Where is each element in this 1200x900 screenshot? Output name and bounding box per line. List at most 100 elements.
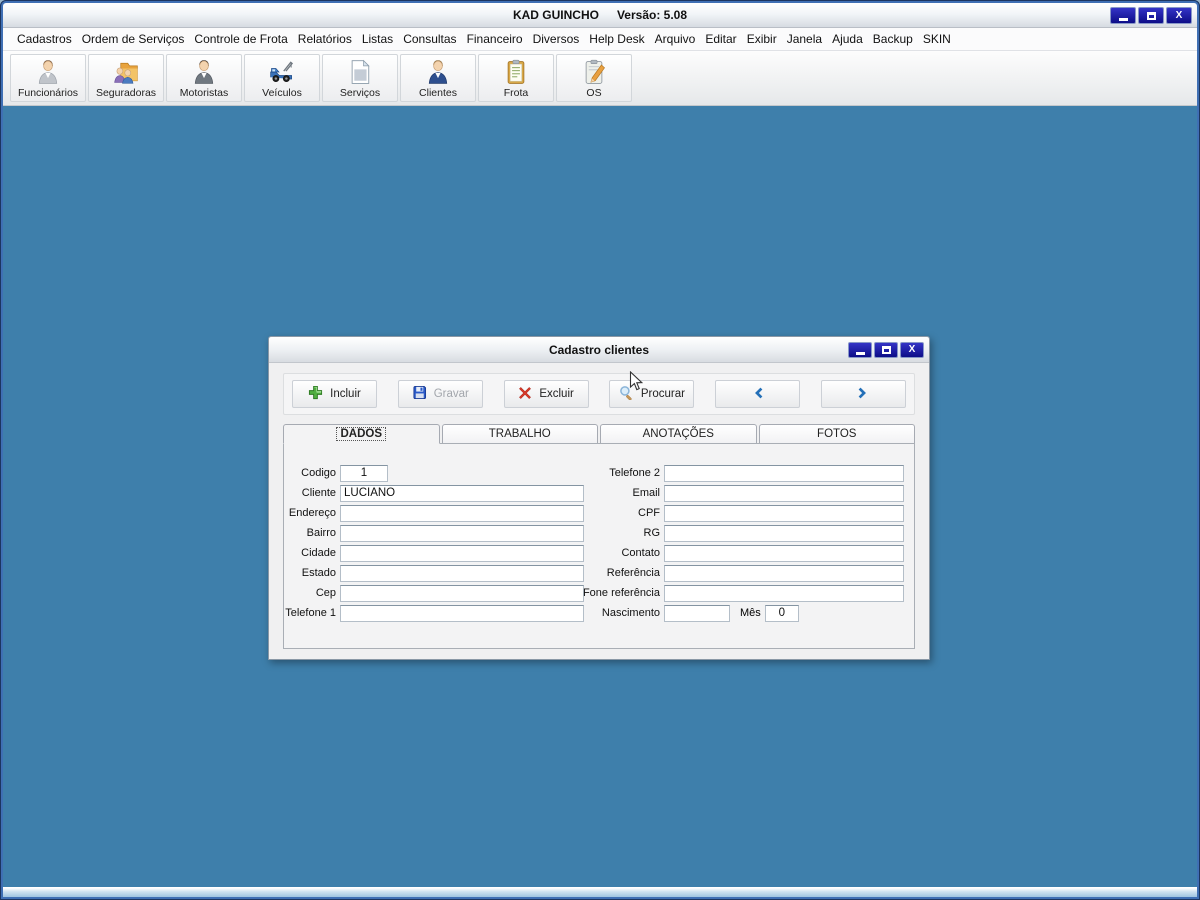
gravar-button[interactable]: Gravar xyxy=(398,380,483,408)
email-field[interactable] xyxy=(664,485,904,502)
excluir-button[interactable]: Excluir xyxy=(504,380,589,408)
fone-referencia-field[interactable] xyxy=(664,585,904,602)
telefone2-label: Telefone 2 xyxy=(569,467,660,479)
toolbar-button-seguradoras[interactable]: Seguradoras xyxy=(88,54,164,102)
people-folder-icon xyxy=(112,58,140,86)
rg-field[interactable] xyxy=(664,525,904,542)
cpf-label: CPF xyxy=(569,507,660,519)
cidade-field[interactable] xyxy=(340,545,584,562)
form-left-column: Codigo Cliente Endereço Bairro Cidade xyxy=(279,463,584,623)
bairro-field[interactable] xyxy=(340,525,584,542)
menu-item-listas[interactable]: Listas xyxy=(357,29,398,49)
dialog-close-button[interactable]: X xyxy=(900,342,924,358)
mes-field[interactable] xyxy=(765,605,799,622)
form-row-rg: RG xyxy=(569,523,904,543)
dialog-toolbar: Incluir Gravar Excluir Procurar xyxy=(283,373,915,415)
cpf-field[interactable] xyxy=(664,505,904,522)
nascimento-label: Nascimento xyxy=(569,607,660,619)
menu-item-skin[interactable]: SKIN xyxy=(918,29,956,49)
toolbar-button-os[interactable]: OS xyxy=(556,54,632,102)
referencia-label: Referência xyxy=(569,567,660,579)
contato-field[interactable] xyxy=(664,545,904,562)
toolbar-button-servicos[interactable]: Serviços xyxy=(322,54,398,102)
menu-item-consultas[interactable]: Consultas xyxy=(398,29,461,49)
form-row-cliente: Cliente xyxy=(279,483,584,503)
form-row-fone-referencia: Fone referência xyxy=(569,583,904,603)
dialog-tab-bar: DADOS TRABALHO ANOTAÇÕES FOTOS xyxy=(283,424,915,444)
toolbar-label: Veículos xyxy=(262,87,302,99)
codigo-field[interactable] xyxy=(340,465,388,482)
cidade-label: Cidade xyxy=(279,547,336,559)
gravar-label: Gravar xyxy=(434,388,469,400)
app-title: KAD GUINCHO xyxy=(513,8,599,22)
telefone2-field[interactable] xyxy=(664,465,904,482)
dialog-title-bar[interactable]: Cadastro clientes X xyxy=(269,337,929,363)
red-x-icon xyxy=(518,386,532,403)
form-row-estado: Estado xyxy=(279,563,584,583)
form-row-codigo: Codigo xyxy=(279,463,584,483)
form-row-cpf: CPF xyxy=(569,503,904,523)
menu-item-editar[interactable]: Editar xyxy=(700,29,741,49)
toolbar-button-frota[interactable]: Frota xyxy=(478,54,554,102)
cep-field[interactable] xyxy=(340,585,584,602)
incluir-label: Incluir xyxy=(330,388,361,400)
toolbar-button-veiculos[interactable]: Veículos xyxy=(244,54,320,102)
close-button[interactable]: X xyxy=(1166,7,1192,24)
referencia-field[interactable] xyxy=(664,565,904,582)
tab-trabalho[interactable]: TRABALHO xyxy=(442,424,599,444)
dialog-window-controls: X xyxy=(848,342,924,358)
procurar-button[interactable]: Procurar xyxy=(609,380,694,408)
rg-label: RG xyxy=(569,527,660,539)
menu-item-financeiro[interactable]: Financeiro xyxy=(462,29,528,49)
toolbar-button-funcionarios[interactable]: Funcionários xyxy=(10,54,86,102)
dialog-maximize-button[interactable] xyxy=(874,342,898,358)
menu-item-arquivo[interactable]: Arquivo xyxy=(650,29,701,49)
codigo-label: Codigo xyxy=(279,467,336,479)
procurar-label: Procurar xyxy=(641,388,685,400)
tab-fotos[interactable]: FOTOS xyxy=(759,424,916,444)
toolbar-label: Frota xyxy=(504,87,529,99)
status-bar xyxy=(3,887,1197,897)
menu-item-diversos[interactable]: Diversos xyxy=(528,29,585,49)
title-bar: KAD GUINCHO Versão: 5.08 X xyxy=(3,3,1197,28)
minimize-button[interactable] xyxy=(1110,7,1136,24)
telefone1-field[interactable] xyxy=(340,605,584,622)
close-icon: X xyxy=(909,345,916,355)
person-gray-icon xyxy=(34,58,62,86)
toolbar-label: OS xyxy=(586,87,601,99)
estado-field[interactable] xyxy=(340,565,584,582)
menu-item-exibir[interactable]: Exibir xyxy=(742,29,782,49)
next-record-button[interactable] xyxy=(821,380,906,408)
tab-anotacoes[interactable]: ANOTAÇÕES xyxy=(600,424,757,444)
cliente-field[interactable] xyxy=(340,485,584,502)
clipboard-icon xyxy=(502,58,530,86)
toolbar-label: Motoristas xyxy=(180,87,228,99)
menu-item-janela[interactable]: Janela xyxy=(782,29,827,49)
minimize-icon xyxy=(1119,18,1128,21)
toolbar-button-motoristas[interactable]: Motoristas xyxy=(166,54,242,102)
menu-item-ajuda[interactable]: Ajuda xyxy=(827,29,868,49)
menu-item-controle-de-frota[interactable]: Controle de Frota xyxy=(189,29,292,49)
menu-item-relatorios[interactable]: Relatórios xyxy=(293,29,357,49)
menu-item-help-desk[interactable]: Help Desk xyxy=(584,29,649,49)
form-row-cidade: Cidade xyxy=(279,543,584,563)
minimize-icon xyxy=(856,352,865,355)
app-window: KAD GUINCHO Versão: 5.08 X Cadastros Ord… xyxy=(0,0,1200,900)
menu-item-cadastros[interactable]: Cadastros xyxy=(12,29,77,49)
endereco-field[interactable] xyxy=(340,505,584,522)
menu-item-backup[interactable]: Backup xyxy=(868,29,918,49)
person-blue-icon xyxy=(424,58,452,86)
previous-record-button[interactable] xyxy=(715,380,800,408)
toolbar-button-clientes[interactable]: Clientes xyxy=(400,54,476,102)
cep-label: Cep xyxy=(279,587,336,599)
form-row-telefone2: Telefone 2 xyxy=(569,463,904,483)
contato-label: Contato xyxy=(569,547,660,559)
floppy-disk-icon xyxy=(412,385,427,403)
maximize-button[interactable] xyxy=(1138,7,1164,24)
estado-label: Estado xyxy=(279,567,336,579)
dialog-minimize-button[interactable] xyxy=(848,342,872,358)
tab-dados[interactable]: DADOS xyxy=(283,424,440,444)
nascimento-field[interactable] xyxy=(664,605,730,622)
menu-item-ordem-de-servicos[interactable]: Ordem de Serviços xyxy=(77,29,190,49)
incluir-button[interactable]: Incluir xyxy=(292,380,377,408)
